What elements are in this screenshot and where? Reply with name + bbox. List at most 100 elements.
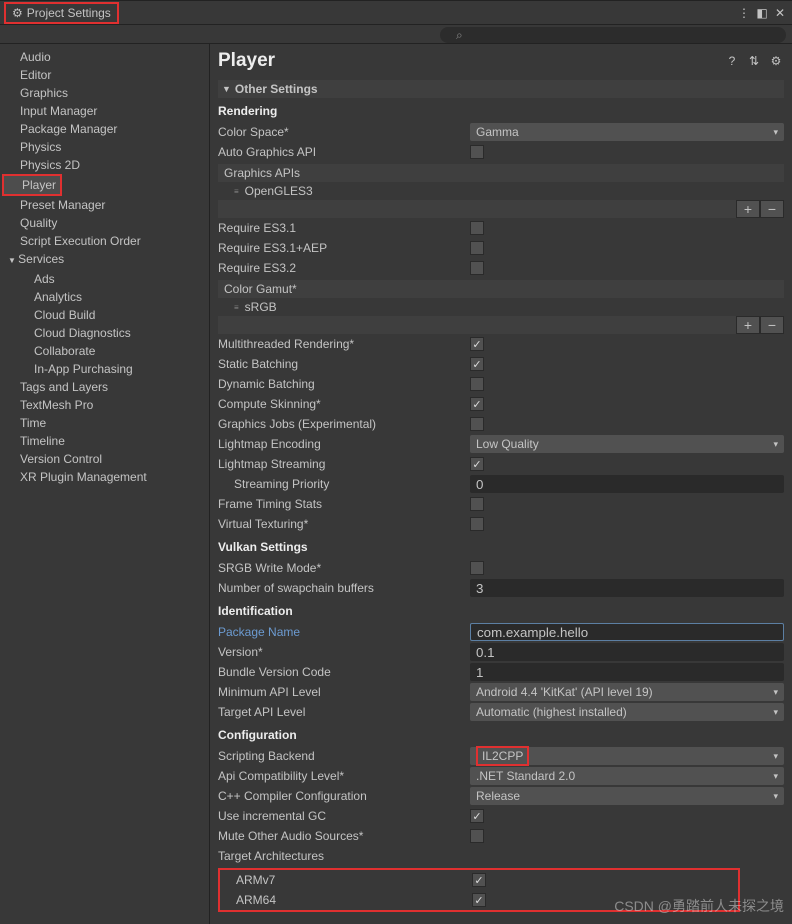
sidebar-item-timeline[interactable]: Timeline (2, 432, 207, 450)
checkbox-static-batching[interactable]: ✓ (470, 357, 484, 371)
sidebar-item-tags-and-layers[interactable]: Tags and Layers (2, 378, 207, 396)
sidebar-item-analytics[interactable]: Analytics (2, 288, 207, 306)
sidebar-item-ads[interactable]: Ads (2, 270, 207, 288)
dropdown-color-space[interactable]: Gamma (470, 123, 784, 141)
gear-icon: ⚙ (12, 6, 23, 20)
sidebar: AudioEditorGraphics Input Manager Package … (0, 44, 210, 924)
sidebar-item-version-control[interactable]: Version Control (2, 450, 207, 468)
sidebar-item-player[interactable]: Player (4, 176, 60, 194)
sidebar-item-quality[interactable]: Quality (2, 214, 207, 232)
checkbox-req-es31[interactable] (470, 221, 484, 235)
sidebar-item-time[interactable]: Time (2, 414, 207, 432)
sidebar-item-preset-manager[interactable]: Preset Manager (2, 196, 207, 214)
foldout-other-settings[interactable]: ▼ Other Settings (218, 80, 784, 98)
label-dynamic-batching: Dynamic Batching (218, 377, 470, 391)
list-item[interactable]: ≡sRGB (218, 298, 784, 316)
chevron-down-icon: ▼ (8, 256, 18, 265)
label-target-arch: Target Architectures (218, 849, 470, 863)
sidebar-item-label: TextMesh Pro (20, 398, 93, 412)
label-color-space: Color Space* (218, 125, 470, 139)
sidebar-item-collaborate[interactable]: Collaborate (2, 342, 207, 360)
list-color-gamut-header: Color Gamut* (218, 280, 784, 298)
sidebar-item-cloud-build[interactable]: Cloud Build (2, 306, 207, 324)
checkbox-compute-skinning[interactable]: ✓ (470, 397, 484, 411)
sidebar-item-label: Input Manager (20, 104, 97, 118)
checkbox-dynamic-batching[interactable] (470, 377, 484, 391)
dropdown-cpp-config[interactable]: Release (470, 787, 784, 805)
sidebar-item-graphics[interactable]: Graphics (2, 84, 207, 102)
label-package-name[interactable]: Package Name (218, 625, 470, 639)
sidebar-item-label: Timeline (20, 434, 65, 448)
label-mt-rendering: Multithreaded Rendering* (218, 337, 470, 351)
sidebar-item-in-app-purchasing[interactable]: In-App Purchasing (2, 360, 207, 378)
sidebar-item-textmesh-pro[interactable]: TextMesh Pro (2, 396, 207, 414)
dropdown-lightmap-encoding[interactable]: Low Quality (470, 435, 784, 453)
sidebar-item-label: Cloud Build (34, 308, 95, 322)
drag-icon: ≡ (234, 303, 239, 312)
section-identification: Identification (218, 604, 784, 618)
checkbox-srgb-write[interactable] (470, 561, 484, 575)
chevron-down-icon: ▼ (222, 84, 231, 94)
sidebar-item-physics[interactable]: Physics (2, 138, 207, 156)
sidebar-item-label: Services (18, 252, 64, 266)
list-item[interactable]: ≡OpenGLES3 (218, 182, 784, 200)
close-icon[interactable]: ✕ (772, 5, 788, 21)
sidebar-item-package-manager[interactable]: Package Manager (2, 120, 207, 138)
gear-icon[interactable]: ⚙ (768, 53, 784, 69)
sidebar-item-xr-plugin-management[interactable]: XR Plugin Management (2, 468, 207, 486)
input-version[interactable] (470, 643, 784, 661)
list-add-button[interactable]: + (736, 200, 760, 218)
dropdown-api-compat[interactable]: .NET Standard 2.0 (470, 767, 784, 785)
label-cpp-config: C++ Compiler Configuration (218, 789, 470, 803)
dropdown-target-api[interactable]: Automatic (highest installed) (470, 703, 784, 721)
section-vulkan: Vulkan Settings (218, 540, 784, 554)
checkbox-graphics-jobs[interactable] (470, 417, 484, 431)
sidebar-item-audio[interactable]: Audio (2, 48, 207, 66)
dropdown-min-api[interactable]: Android 4.4 'KitKat' (API level 19) (470, 683, 784, 701)
sidebar-item-editor[interactable]: Editor (2, 66, 207, 84)
label-compute-skinning: Compute Skinning* (218, 397, 470, 411)
checkbox-incremental-gc[interactable]: ✓ (470, 809, 484, 823)
list-remove-button[interactable]: − (760, 316, 784, 334)
checkbox-auto-gfx[interactable] (470, 145, 484, 159)
sidebar-item-script-execution-order[interactable]: Script Execution Order (2, 232, 207, 250)
sidebar-item-label: Analytics (34, 290, 82, 304)
checkbox-lightmap-streaming[interactable]: ✓ (470, 457, 484, 471)
label-lightmap-encoding: Lightmap Encoding (218, 437, 470, 451)
checkbox-mute-audio[interactable] (470, 829, 484, 843)
sidebar-item-label: Tags and Layers (20, 380, 108, 394)
checkbox-virtual-texturing[interactable] (470, 517, 484, 531)
section-rendering: Rendering (218, 104, 784, 118)
menu-icon[interactable]: ⋮ (736, 5, 752, 21)
window-title-tab[interactable]: ⚙ Project Settings (4, 2, 119, 24)
input-streaming-priority[interactable] (470, 475, 784, 493)
checkbox-frame-timing[interactable] (470, 497, 484, 511)
checkbox-arm64[interactable]: ✓ (472, 893, 486, 907)
input-package-name[interactable] (470, 623, 784, 641)
dropdown-scripting-backend[interactable]: IL2CPP (470, 747, 784, 765)
undock-icon[interactable]: ◧ (754, 5, 770, 21)
input-bundle-version-code[interactable] (470, 663, 784, 681)
sidebar-item-services[interactable]: ▼ Services (2, 250, 207, 270)
label-req-es31: Require ES3.1 (218, 221, 470, 235)
checkbox-mt-rendering[interactable]: ✓ (470, 337, 484, 351)
label-req-es32: Require ES3.2 (218, 261, 470, 275)
sidebar-item-physics-2d[interactable]: Physics 2D (2, 156, 207, 174)
label-target-api: Target API Level (218, 705, 470, 719)
label-virtual-texturing: Virtual Texturing* (218, 517, 470, 531)
sidebar-item-input-manager[interactable]: Input Manager (2, 102, 207, 120)
list-add-button[interactable]: + (736, 316, 760, 334)
list-remove-button[interactable]: − (760, 200, 784, 218)
checkbox-armv7[interactable]: ✓ (472, 873, 486, 887)
sidebar-item-cloud-diagnostics[interactable]: Cloud Diagnostics (2, 324, 207, 342)
page-title: Player (218, 50, 275, 72)
input-swapchain[interactable] (470, 579, 784, 597)
checkbox-req-es31aep[interactable] (470, 241, 484, 255)
help-icon[interactable]: ? (724, 53, 740, 69)
checkbox-req-es32[interactable] (470, 261, 484, 275)
sidebar-item-label: Quality (20, 216, 57, 230)
list-graphics-apis-header: Graphics APIs (218, 164, 784, 182)
preset-icon[interactable]: ⇅ (746, 53, 762, 69)
search-input[interactable] (440, 27, 786, 43)
sidebar-item-label: Preset Manager (20, 198, 105, 212)
